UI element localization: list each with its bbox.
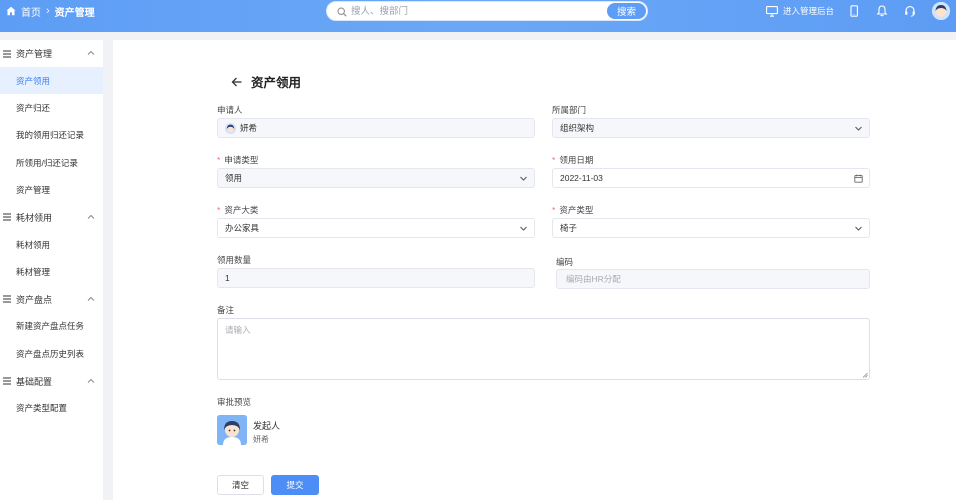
menu-icon	[3, 213, 11, 222]
back-arrow-icon[interactable]	[231, 76, 243, 88]
page-header: 资产领用	[231, 72, 301, 91]
tablet-icon[interactable]	[848, 5, 860, 17]
applicant-field[interactable]: 妍希	[217, 118, 535, 138]
header-tools: 进入管理后台	[766, 0, 956, 22]
submit-button[interactable]: 提交	[271, 475, 319, 495]
chevron-down-icon	[855, 126, 862, 131]
sidebar: 资产管理 资产领用 资产归还 我的领用归还记录 所领用/归还记录 资产管理 耗材…	[0, 40, 103, 500]
quantity-label: 领用数量	[217, 255, 252, 265]
home-icon[interactable]	[6, 6, 16, 16]
apply-type-select[interactable]: 领用	[217, 168, 535, 188]
remark-label: 备注	[217, 305, 235, 315]
sidebar-item-asset-return[interactable]: 资产归还	[0, 94, 103, 121]
applicant-label: 申请人	[217, 105, 243, 115]
applicant-value: 妍希	[240, 123, 258, 133]
applicant-avatar	[225, 122, 236, 134]
required-mark: *	[552, 155, 556, 165]
apply-type-label: * 申请类型	[217, 154, 258, 166]
user-avatar-image	[932, 2, 950, 20]
sidebar-group-label: 基础配置	[16, 376, 53, 387]
resize-handle-icon[interactable]	[862, 372, 868, 378]
search-box: 搜索	[326, 1, 648, 21]
required-mark: *	[552, 205, 556, 215]
approver-avatar-image	[217, 415, 247, 445]
required-mark: *	[217, 205, 221, 215]
chevron-up-icon	[87, 296, 95, 301]
sidebar-item-asset-requisition[interactable]: 资产领用	[0, 67, 103, 95]
sidebar-group-inventory[interactable]: 资产盘点	[0, 286, 103, 313]
date-label: * 领用日期	[552, 154, 593, 166]
breadcrumb-current: 资产管理	[54, 7, 95, 19]
sidebar-group-label: 资产盘点	[16, 294, 53, 305]
asset-type-select[interactable]: 椅子	[552, 218, 870, 238]
date-value: 2022-11-03	[560, 173, 603, 183]
apply-type-value: 领用	[225, 173, 243, 183]
menu-icon	[3, 49, 11, 58]
admin-link[interactable]: 进入管理后台	[766, 5, 834, 17]
date-picker[interactable]: 2022-11-03	[552, 168, 870, 188]
page-title: 资产领用	[251, 76, 302, 90]
sidebar-group-label: 耗材领用	[16, 212, 53, 223]
asset-category-value: 办公家具	[225, 223, 260, 233]
chevron-down-icon	[520, 226, 527, 231]
sidebar-item-asset-type-config[interactable]: 资产类型配置	[0, 395, 103, 422]
code-placeholder: 编码由HR分配	[566, 274, 621, 284]
search-icon	[337, 7, 347, 17]
sidebar-item-consumable-admin[interactable]: 耗材管理	[0, 258, 103, 285]
asset-type-label: * 资产类型	[552, 204, 593, 216]
top-bar: 首页 › 资产管理 搜索 进入管理后台	[0, 0, 956, 32]
approver-avatar	[217, 415, 247, 445]
approval-preview-label: 审批预览	[217, 397, 252, 407]
calendar-icon	[854, 174, 863, 183]
date-label-text: 领用日期	[559, 155, 594, 165]
monitor-icon	[766, 5, 778, 17]
sidebar-group-basic-config[interactable]: 基础配置	[0, 368, 103, 395]
remark-textarea[interactable]: 请输入	[217, 318, 870, 380]
department-label: 所属部门	[552, 105, 587, 115]
approver-name: 妍希	[253, 435, 269, 444]
sidebar-group-asset-management[interactable]: 资产管理	[0, 40, 103, 67]
chevron-down-icon	[855, 226, 862, 231]
breadcrumb-separator-icon: ›	[46, 5, 50, 17]
headset-icon[interactable]	[904, 5, 916, 17]
search-input[interactable]	[351, 5, 621, 18]
breadcrumb-home[interactable]: 首页	[21, 4, 41, 19]
code-label: 编码	[556, 257, 574, 267]
department-select[interactable]: 组织架构	[552, 118, 870, 138]
required-mark: *	[217, 155, 221, 165]
department-value: 组织架构	[560, 123, 595, 133]
apply-type-label-text: 申请类型	[224, 155, 259, 165]
sidebar-item-asset-admin[interactable]: 资产管理	[0, 177, 103, 204]
quantity-value: 1	[225, 273, 230, 283]
menu-icon	[3, 377, 11, 385]
clear-button[interactable]: 清空	[217, 475, 264, 495]
sidebar-group-label: 资产管理	[16, 49, 53, 59]
breadcrumb: 首页 › 资产管理	[6, 0, 95, 22]
sidebar-item-consumable-requisition[interactable]: 耗材领用	[0, 231, 103, 258]
remark-placeholder: 请输入	[225, 325, 251, 335]
code-input[interactable]: 编码由HR分配	[556, 269, 870, 289]
sidebar-item-inventory-history[interactable]: 资产盘点历史列表	[0, 340, 103, 367]
asset-category-label-text: 资产大类	[224, 205, 259, 215]
approver-role: 发起人	[253, 421, 281, 431]
admin-link-label: 进入管理后台	[782, 6, 834, 16]
bell-icon[interactable]	[876, 5, 888, 17]
chevron-down-icon	[520, 176, 527, 181]
asset-type-value: 椅子	[560, 223, 578, 233]
asset-type-label-text: 资产类型	[559, 205, 594, 215]
quantity-input[interactable]: 1	[217, 268, 535, 288]
menu-icon	[3, 295, 11, 303]
search-button[interactable]: 搜索	[607, 3, 646, 19]
sidebar-item-new-inventory-task[interactable]: 新建资产盘点任务	[0, 313, 103, 340]
chevron-up-icon	[87, 50, 95, 55]
user-avatar[interactable]	[932, 2, 950, 20]
sidebar-item-all-records[interactable]: 所领用/归还记录	[0, 149, 103, 176]
asset-category-label: * 资产大类	[217, 204, 258, 216]
sidebar-item-my-records[interactable]: 我的领用归还记录	[0, 122, 103, 149]
asset-category-select[interactable]: 办公家具	[217, 218, 535, 238]
chevron-up-icon	[87, 378, 95, 383]
chevron-up-icon	[87, 214, 95, 219]
main-panel: 资产领用 申请人 妍希 所属部门 组织架构 * 申请类型 领用 * 领用日期 202…	[113, 40, 956, 500]
sidebar-group-consumables[interactable]: 耗材领用	[0, 204, 103, 231]
